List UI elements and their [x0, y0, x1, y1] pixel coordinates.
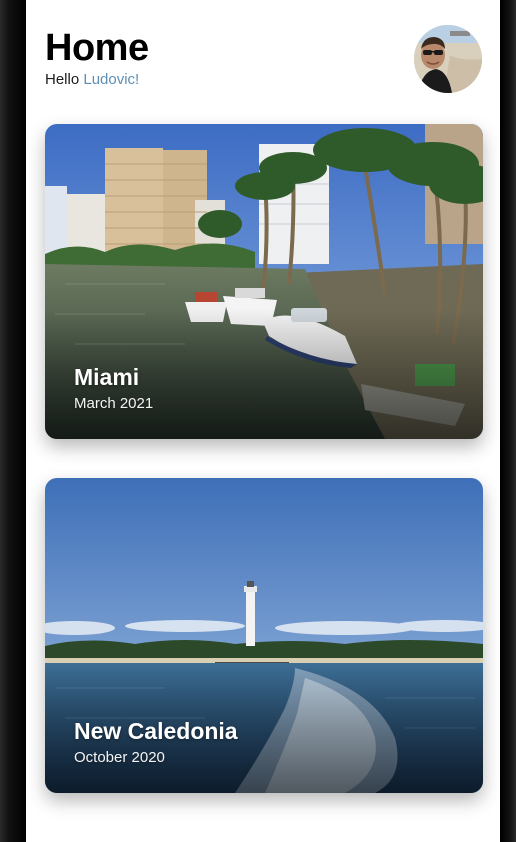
trip-card-miami[interactable]: Miami March 2021	[45, 124, 483, 439]
trip-card-date: March 2021	[74, 395, 154, 412]
trip-card-title: New Caledonia	[74, 718, 238, 744]
device-bezel-right	[500, 0, 516, 842]
greeting-prefix: Hello	[45, 71, 80, 88]
app-screen: Home Hello Ludovic! Miami March 2021 New…	[26, 0, 500, 842]
trip-card-date: October 2020	[74, 749, 165, 766]
device-frame: Home Hello Ludovic! Miami March 2021 New…	[0, 0, 516, 842]
user-avatar-icon	[414, 25, 482, 93]
trip-card-title: Miami	[74, 364, 140, 390]
device-bezel-left	[0, 0, 26, 842]
greeting-user-name: Ludovic!	[83, 71, 140, 88]
trip-card-caption: Miami March 2021	[74, 363, 153, 413]
trip-card-new-caledonia[interactable]: New Caledonia October 2020	[45, 478, 483, 793]
trip-card-caption: New Caledonia October 2020	[74, 717, 238, 767]
avatar[interactable]	[414, 25, 482, 93]
